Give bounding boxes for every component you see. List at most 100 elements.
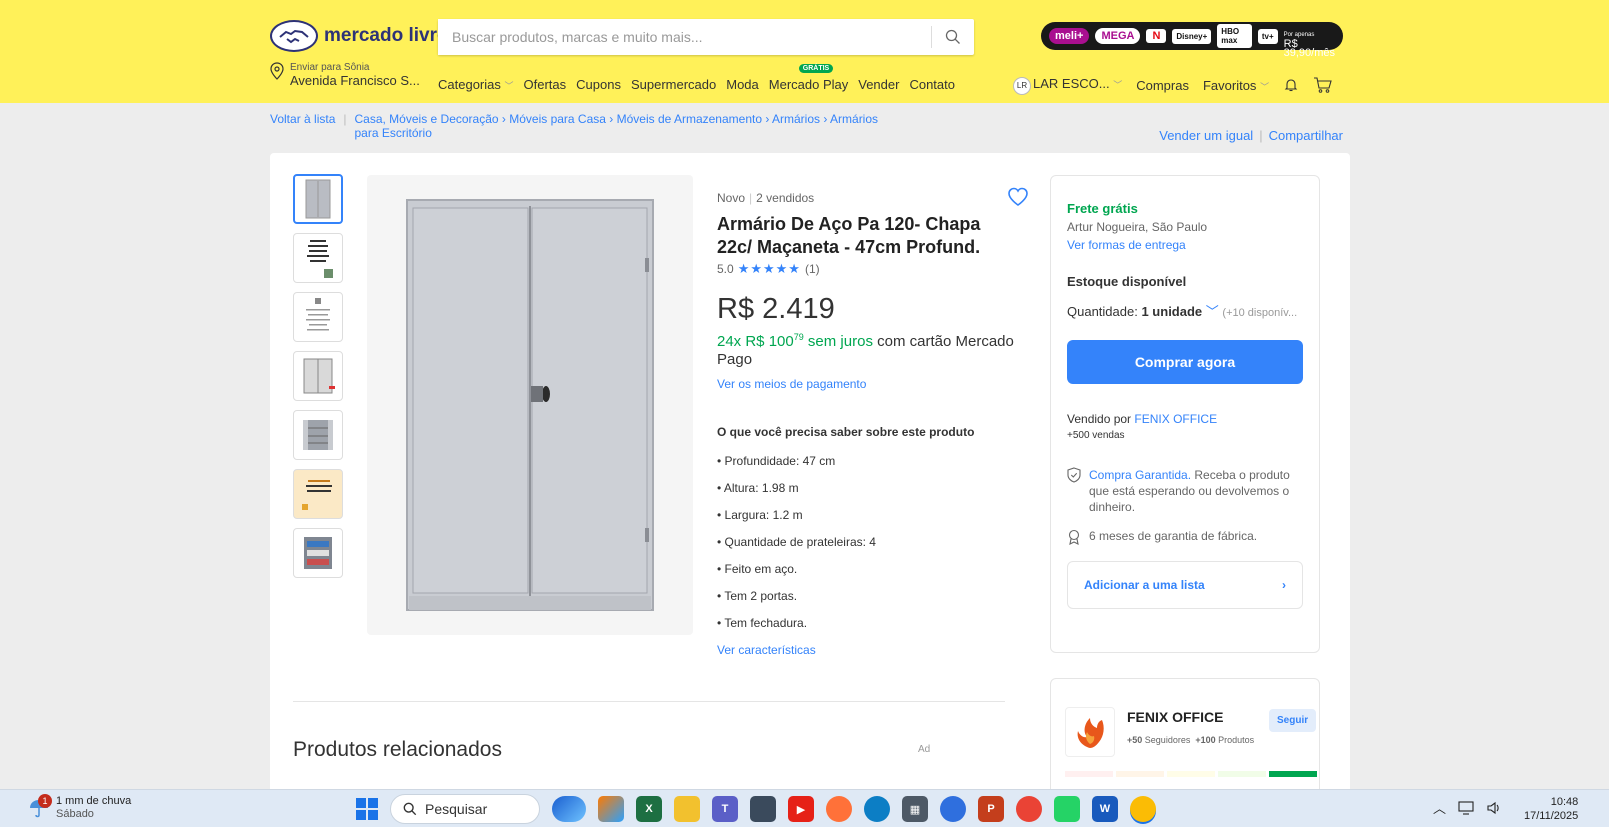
purchases-link[interactable]: Compras — [1136, 78, 1189, 93]
delivery-options-link[interactable]: Ver formas de entrega — [1067, 238, 1303, 252]
back-to-list-link[interactable]: Voltar à lista — [270, 112, 335, 140]
thumbnail-1[interactable] — [293, 174, 343, 224]
search-input[interactable] — [438, 19, 931, 55]
excel-icon[interactable]: X — [636, 796, 662, 822]
chevron-down-icon: ﹀ — [1260, 81, 1270, 92]
windows-start-icon[interactable] — [356, 798, 378, 820]
breadcrumb-divider: | — [343, 112, 347, 126]
delivery-address[interactable]: Enviar para Sônia Avenida Francisco S... — [270, 62, 420, 88]
reputation-level-3 — [1167, 771, 1215, 777]
weather-widget[interactable]: 1 1 mm de chuva Sábado — [28, 794, 131, 821]
chrome-icon[interactable] — [1016, 796, 1042, 822]
feature-list: • Profundidade: 47 cm • Altura: 1.98 m •… — [717, 454, 1027, 630]
thumbnail-4[interactable] — [293, 351, 343, 401]
reputation-level-2 — [1116, 771, 1164, 777]
related-products-title: Produtos relacionados — [293, 738, 502, 761]
product-main-image[interactable] — [367, 175, 693, 635]
speaker-icon[interactable] — [1486, 801, 1502, 815]
nav-categorias[interactable]: Categorias ﹀ — [438, 77, 514, 92]
add-to-list-button[interactable]: Adicionar a uma lista › — [1067, 561, 1303, 609]
quantity-selector[interactable]: Quantidade: 1 unidade ﹀ (+10 disponív... — [1067, 301, 1303, 320]
powerpoint-icon[interactable]: P — [978, 796, 1004, 822]
thumbnail-3[interactable] — [293, 292, 343, 342]
umbrella-icon: 1 — [28, 794, 52, 819]
nav-contato[interactable]: Contato — [909, 77, 955, 92]
cart-icon[interactable] — [1313, 76, 1333, 94]
account-menu[interactable]: LR LAR ESCO... ﹀ — [1013, 76, 1122, 95]
shipping-city: Artur Nogueira, São Paulo — [1067, 220, 1208, 234]
edge-icon[interactable] — [864, 796, 890, 822]
word-icon[interactable]: W — [1092, 796, 1118, 822]
avatar: LR — [1013, 76, 1031, 95]
product-title: Armário De Aço Pa 120- Chapa 22c/ Maçane… — [717, 214, 981, 257]
meli-plus-banner[interactable]: meli+ MEGA N Disney+ HBO max tv+ Por ape… — [1041, 22, 1343, 58]
list-item: • Altura: 1.98 m — [717, 481, 799, 495]
guarantee-link[interactable]: Compra Garantida. — [1089, 468, 1191, 482]
section-divider — [293, 701, 1005, 702]
review-count: (1) — [804, 262, 820, 276]
address-label: Enviar para Sônia — [290, 62, 370, 73]
condition: Novo — [717, 191, 746, 205]
handshake-icon — [270, 20, 318, 52]
address-value: Avenida Francisco S... — [290, 73, 420, 88]
whatsapp-icon[interactable] — [1054, 796, 1080, 822]
clock[interactable]: 10:48 17/11/2025 — [1524, 795, 1578, 823]
copilot-icon[interactable] — [552, 796, 586, 822]
nav-mercado-play[interactable]: GRÁTIS Mercado Play — [769, 64, 848, 92]
nav-ofertas[interactable]: Ofertas — [524, 77, 567, 92]
search-bar[interactable] — [438, 19, 974, 55]
medal-icon — [1068, 529, 1080, 545]
seller-link[interactable]: FENIX OFFICE — [1134, 412, 1217, 426]
share-link[interactable]: Compartilhar — [1269, 128, 1343, 143]
calculator-icon[interactable]: ▦ — [902, 796, 928, 822]
firefox-icon[interactable] — [826, 796, 852, 822]
see-features-link[interactable]: Ver características — [717, 643, 1027, 657]
warranty: 6 meses de garantia de fábrica. — [1067, 529, 1303, 545]
sell-same-link[interactable]: Vender um igual — [1159, 128, 1253, 143]
thumbnail-gallery — [293, 174, 343, 578]
product-info: Novo | 2 vendidos Armário De Aço Pa 120- C… — [717, 187, 1028, 657]
seller-logo[interactable] — [1065, 707, 1115, 757]
taskbar-search[interactable]: Pesquisar — [390, 794, 540, 824]
appletv-logo: tv+ — [1257, 28, 1278, 44]
meli-plus-brand: meli+ — [1049, 28, 1090, 44]
share-links: Vender um igual | Compartilhar — [1159, 128, 1343, 143]
taskbar: 1 1 mm de chuva Sábado Pesquisar X T ▶ ▦… — [0, 789, 1609, 827]
thumbnail-2[interactable] — [293, 233, 343, 283]
payment-methods-link[interactable]: Ver os meios de pagamento — [717, 377, 1027, 391]
bell-icon[interactable] — [1283, 77, 1299, 93]
search-button[interactable] — [932, 19, 974, 55]
nav-supermercado[interactable]: Supermercado — [631, 77, 716, 92]
rating[interactable]: 5.0 ★★★★★ (1) — [717, 261, 1027, 277]
network-icon[interactable] — [1458, 800, 1474, 815]
chevron-down-icon: ﹀ — [504, 81, 514, 91]
youtube-icon[interactable]: ▶ — [788, 796, 814, 822]
nav-vender[interactable]: Vender — [858, 77, 899, 92]
list-item: • Tem fechadura. — [717, 616, 808, 630]
search-icon — [945, 29, 960, 44]
app-icon[interactable] — [940, 796, 966, 822]
thumbnail-7[interactable] — [293, 528, 343, 578]
favorites-menu[interactable]: Favoritos ﹀ — [1203, 78, 1269, 93]
free-shipping: Frete grátis — [1067, 201, 1138, 216]
nav-moda[interactable]: Moda — [726, 77, 759, 92]
category-path[interactable]: Casa, Móveis e Decoração › Móveis para C… — [355, 112, 895, 140]
printer-app-icon[interactable] — [750, 796, 776, 822]
buy-now-button[interactable]: Comprar agora — [1067, 340, 1303, 384]
system-tray: ︿ — [1433, 798, 1502, 817]
features-heading: O que você precisa saber sobre este prod… — [717, 425, 975, 439]
chrome-profile-icon[interactable] — [1130, 796, 1156, 822]
thumbnail-5[interactable] — [293, 410, 343, 460]
thumbnail-6[interactable] — [293, 469, 343, 519]
seller-name[interactable]: FENIX OFFICE — [1127, 709, 1223, 725]
logo[interactable]: mercado livre — [270, 20, 448, 52]
heart-icon[interactable] — [1007, 187, 1029, 207]
user-menu: LR LAR ESCO... ﹀ Compras Favoritos ﹀ — [1013, 76, 1333, 95]
nav-cupons[interactable]: Cupons — [576, 77, 621, 92]
list-item: • Tem 2 portas. — [717, 589, 798, 603]
teams-icon[interactable]: T — [712, 796, 738, 822]
follow-button[interactable]: Seguir — [1269, 709, 1317, 732]
widgets-app-icon[interactable] — [598, 796, 624, 822]
chevron-up-icon[interactable]: ︿ — [1433, 798, 1446, 817]
file-explorer-icon[interactable] — [674, 796, 700, 822]
